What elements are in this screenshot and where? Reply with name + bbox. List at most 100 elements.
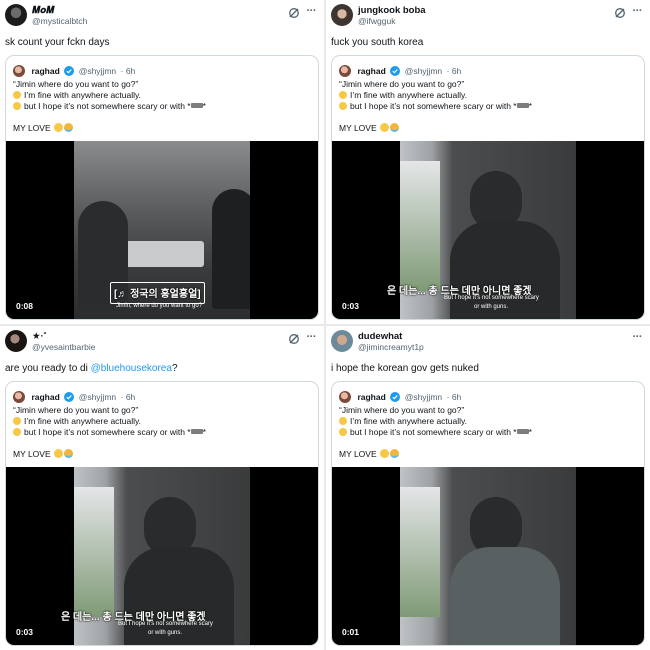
quote-line: “Jimin where do you want to go?” <box>13 405 139 415</box>
tweet-grid: 𝑴𝒐𝑴 @mysticalbtch ··· sk count your fckn… <box>0 0 650 650</box>
chick-emoji <box>13 417 21 425</box>
display-name[interactable]: ★·˚ <box>32 331 47 342</box>
quote-avatar <box>339 64 351 77</box>
verified-badge-icon <box>64 391 75 402</box>
crying-emoji <box>390 449 400 458</box>
quote-line: but I hope it’s not somewhere scary or w… <box>339 101 532 111</box>
avatar[interactable] <box>5 4 27 26</box>
quote-avatar <box>339 390 351 403</box>
quote-tweet[interactable]: raghad @shyjjmn · 6h “Jimin where do you… <box>5 381 319 646</box>
quote-line: MY LOVE <box>13 449 74 459</box>
more-icon[interactable]: ··· <box>307 5 317 17</box>
video-timestamp: 0:03 <box>16 627 34 637</box>
chick-emoji <box>339 417 347 425</box>
chick-emoji <box>339 91 347 99</box>
quote-line: “Jimin where do you want to go?” <box>339 79 465 89</box>
tweet-header: jungkook boba @ifwgguk ··· <box>331 4 642 30</box>
tweet-card[interactable]: ★·˚ @yvesaintbarbie ··· are you ready to… <box>0 326 324 650</box>
quote-avatar <box>13 390 25 403</box>
quote-line: MY LOVE <box>339 123 400 133</box>
quote-time: 6h <box>451 65 462 76</box>
gun-emoji <box>190 429 203 434</box>
subtitle-korean: [♬ 정국의 흥얼흥얼] <box>114 289 201 300</box>
quote-line: I’m fine with anywhere actually. <box>339 90 467 100</box>
tweet-card[interactable]: dudewhat @jimincreamyt1p ··· i hope the … <box>326 326 650 650</box>
tweet-header: dudewhat @jimincreamyt1p ··· <box>331 330 642 356</box>
video-player[interactable]: 0:01 <box>332 467 644 645</box>
quote-name: raghad <box>357 65 386 76</box>
video-player[interactable]: 은 데는... 총 드는 데만 아니면 좋겠 But I hope it’s n… <box>332 141 644 319</box>
verified-badge-icon <box>390 65 401 76</box>
avatar[interactable] <box>5 330 27 352</box>
mention-link[interactable]: @bluehousekorea <box>91 363 172 374</box>
quote-header: raghad @shyjjmn · 6h <box>13 388 136 403</box>
crying-emoji <box>64 449 74 458</box>
video-player[interactable]: 은 데는... 총 드는 데만 아니면 좋겠 But I hope it’s n… <box>6 467 318 645</box>
pleading-emoji <box>380 123 390 132</box>
quote-handle: @shyjjmn <box>404 65 443 76</box>
tweet-card[interactable]: 𝑴𝒐𝑴 @mysticalbtch ··· sk count your fckn… <box>0 0 324 324</box>
chick-emoji <box>13 91 21 99</box>
tweet-header: 𝑴𝒐𝑴 @mysticalbtch ··· <box>5 4 316 30</box>
tweet-text: i hope the korean gov gets nuked <box>331 363 479 374</box>
quote-time: 6h <box>125 391 136 402</box>
subtitle-box: [♬ 정국의 흥얼흥얼] <box>110 282 205 304</box>
quote-name: raghad <box>31 391 60 402</box>
quote-time: 6h <box>451 391 462 402</box>
quote-tweet[interactable]: raghad @shyjjmn · 6h “Jimin where do you… <box>331 381 645 646</box>
tweet-text: sk count your fckn days <box>5 37 110 48</box>
quote-line: but I hope it’s not somewhere scary or w… <box>13 101 206 111</box>
quote-handle: @shyjjmn <box>404 391 443 402</box>
display-name[interactable]: jungkook boba <box>358 5 426 16</box>
avatar[interactable] <box>331 330 353 352</box>
video-frame <box>400 467 576 645</box>
grok-icon[interactable] <box>288 333 300 345</box>
verified-badge-icon <box>64 65 75 76</box>
subtitle-english: or with guns. <box>474 304 509 310</box>
quote-time: 6h <box>125 65 136 76</box>
user-handle[interactable]: @ifwgguk <box>358 16 395 26</box>
tweet-text: are you ready to di @bluehousekorea? <box>5 363 178 374</box>
video-timestamp: 0:03 <box>342 301 360 311</box>
quote-header: raghad @shyjjmn · 6h <box>339 62 462 77</box>
video-timestamp: 0:08 <box>16 301 34 311</box>
quote-line: but I hope it’s not somewhere scary or w… <box>339 427 532 437</box>
display-name[interactable]: dudewhat <box>358 331 402 342</box>
video-player[interactable]: [♬ 정국의 흥얼흥얼] Jimin, where do you want to… <box>6 141 318 319</box>
more-icon[interactable]: ··· <box>307 331 317 343</box>
subtitle-english: Jimin, where do you want to go? <box>116 303 203 309</box>
display-name[interactable]: 𝑴𝒐𝑴 <box>32 5 54 16</box>
quote-header: raghad @shyjjmn · 6h <box>339 388 462 403</box>
quote-name: raghad <box>357 391 386 402</box>
quote-line: “Jimin where do you want to go?” <box>13 79 139 89</box>
quote-handle: @shyjjmn <box>78 391 117 402</box>
more-icon[interactable]: ··· <box>633 5 643 17</box>
grok-icon[interactable] <box>288 7 300 19</box>
pleading-emoji <box>54 123 64 132</box>
crying-emoji <box>390 123 400 132</box>
crying-emoji <box>64 123 74 132</box>
quote-tweet[interactable]: raghad @shyjjmn · 6h “Jimin where do you… <box>331 55 645 320</box>
gun-emoji <box>190 103 203 108</box>
quote-avatar <box>13 64 25 77</box>
chick-emoji <box>13 428 21 436</box>
quote-line: MY LOVE <box>13 123 74 133</box>
tweet-text: fuck you south korea <box>331 37 424 48</box>
quote-tweet[interactable]: raghad @shyjjmn · 6h “Jimin where do you… <box>5 55 319 320</box>
subtitle-english: But I hope it’s not somewhere scary <box>118 621 213 627</box>
gun-emoji <box>516 429 529 434</box>
more-icon[interactable]: ··· <box>633 331 643 343</box>
quote-line: I’m fine with anywhere actually. <box>13 416 141 426</box>
user-handle[interactable]: @jimincreamyt1p <box>358 342 424 352</box>
user-handle[interactable]: @mysticalbtch <box>32 16 87 26</box>
quote-line: MY LOVE <box>339 449 400 459</box>
quote-line: I’m fine with anywhere actually. <box>339 416 467 426</box>
user-handle[interactable]: @yvesaintbarbie <box>32 342 95 352</box>
quote-line: “Jimin where do you want to go?” <box>339 405 465 415</box>
tweet-card[interactable]: jungkook boba @ifwgguk ··· fuck you sout… <box>326 0 650 324</box>
grok-icon[interactable] <box>614 7 626 19</box>
avatar[interactable] <box>331 4 353 26</box>
quote-line: but I hope it’s not somewhere scary or w… <box>13 427 206 437</box>
quote-header: raghad @shyjjmn · 6h <box>13 62 136 77</box>
verified-badge-icon <box>390 391 401 402</box>
